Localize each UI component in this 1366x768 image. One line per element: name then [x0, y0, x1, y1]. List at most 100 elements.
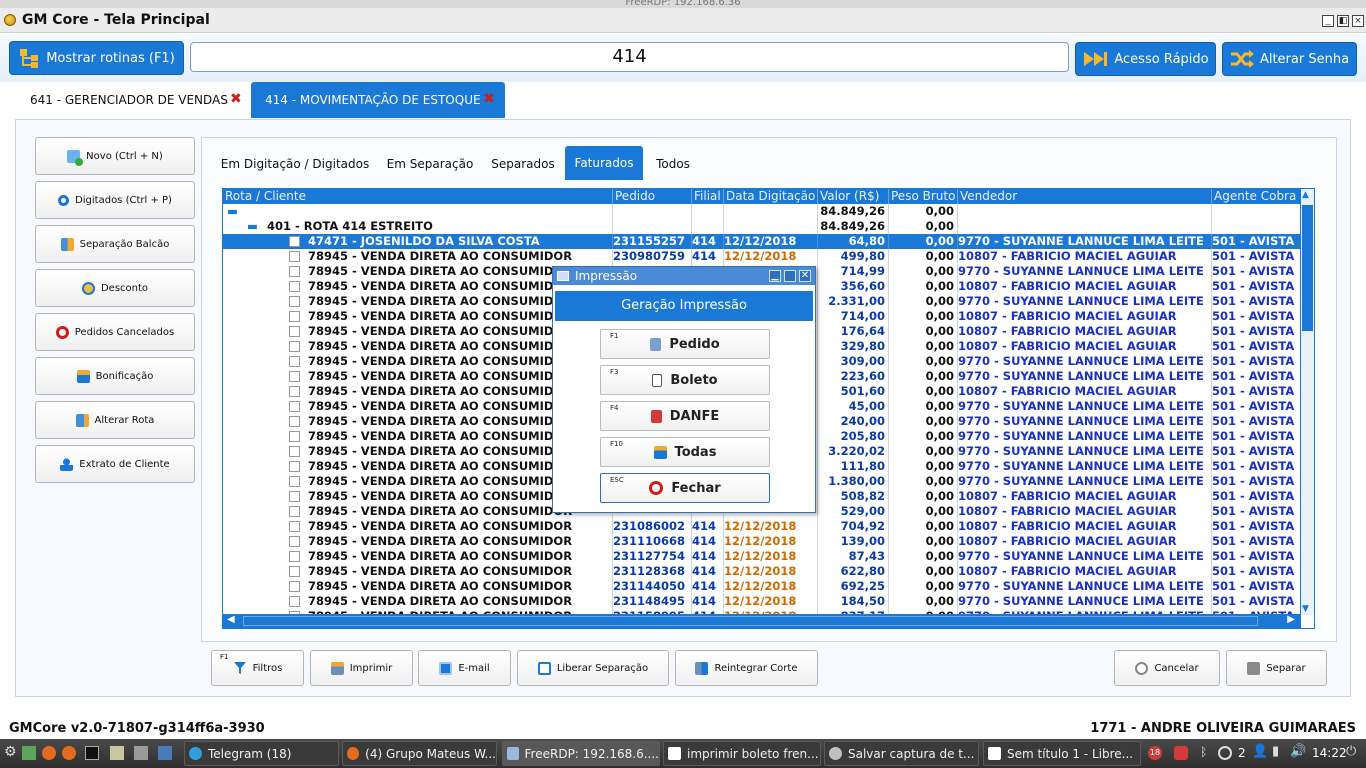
- vertical-scrollbar[interactable]: ▲ ▼: [1300, 189, 1314, 615]
- row-checkbox[interactable]: [289, 461, 300, 472]
- scroll-down-icon[interactable]: ▼: [1302, 604, 1309, 614]
- collapse-icon[interactable]: ▬: [247, 219, 258, 234]
- row-checkbox[interactable]: [289, 371, 300, 382]
- terminal-icon[interactable]: [85, 746, 99, 760]
- table-row[interactable]: 78945 - VENDA DIRETA AO CONSUMIDOR 231110…: [223, 534, 1301, 549]
- row-checkbox[interactable]: [289, 341, 300, 352]
- row-checkbox[interactable]: [289, 596, 300, 607]
- clock[interactable]: 14:22: [1312, 746, 1347, 760]
- row-checkbox[interactable]: [289, 476, 300, 487]
- table-row[interactable]: 78945 - VENDA DIRETA AO CONSUMIDOR 231148…: [223, 594, 1301, 609]
- separate-button[interactable]: Separar: [1226, 650, 1327, 686]
- filters-button[interactable]: F1 Filtros: [211, 650, 304, 686]
- shield-icon[interactable]: [1174, 746, 1188, 760]
- scroll-up-icon[interactable]: ▲: [1302, 190, 1309, 200]
- volume-icon[interactable]: 🔊: [1290, 744, 1306, 759]
- column-header[interactable]: Data Digitação: [724, 189, 818, 204]
- print-danfe-button[interactable]: F4 DANFE: [600, 401, 770, 431]
- taskbar-item-document[interactable]: imprimir boleto fren...: [663, 741, 821, 766]
- screenshot-icon[interactable]: [158, 746, 172, 760]
- row-checkbox[interactable]: [289, 251, 300, 262]
- print-order-button[interactable]: F1 Pedido: [600, 329, 770, 359]
- row-checkbox[interactable]: ✔: [289, 236, 300, 247]
- notification-badge-icon[interactable]: 18: [1148, 746, 1162, 760]
- column-header[interactable]: Peso Bruto: [889, 189, 958, 204]
- reintegrate-cut-button[interactable]: Reintegrar Corte: [675, 650, 818, 686]
- quick-access-button[interactable]: Acesso Rápido: [1075, 42, 1216, 76]
- print-boleto-button[interactable]: F3 Boleto: [600, 365, 770, 395]
- close-tab-icon[interactable]: ✖: [483, 91, 495, 107]
- taskbar-item-browser[interactable]: (4) Grupo Mateus W...: [342, 741, 497, 766]
- discount-button[interactable]: Desconto: [35, 269, 195, 307]
- row-checkbox[interactable]: [289, 581, 300, 592]
- minimize-button[interactable]: _: [1322, 15, 1334, 27]
- client-statement-button[interactable]: Extrato de Cliente: [35, 445, 195, 483]
- tab-em-digitacao[interactable]: Em Digitação / Digitados: [215, 148, 375, 180]
- taskbar-item-screenshot[interactable]: Salvar captura de t...: [824, 741, 979, 766]
- scroll-left-icon[interactable]: ◀: [227, 614, 235, 625]
- bluetooth-icon[interactable]: ᛒ: [1200, 745, 1214, 759]
- new-order-button[interactable]: Novo (Ctrl + N): [35, 137, 195, 175]
- row-checkbox[interactable]: [289, 281, 300, 292]
- taskbar-item-freerdp[interactable]: FreeRDP: 192.168.6....: [502, 741, 660, 766]
- change-route-button[interactable]: Alterar Rota: [35, 401, 195, 439]
- close-tab-icon[interactable]: ✖: [230, 91, 242, 107]
- tab-todos[interactable]: Todos: [645, 148, 701, 180]
- vertical-scroll-thumb[interactable]: [1302, 205, 1313, 331]
- row-checkbox[interactable]: [289, 401, 300, 412]
- row-checkbox[interactable]: [289, 266, 300, 277]
- close-window-button[interactable]: ×: [1352, 15, 1364, 27]
- collapse-icon[interactable]: ▬: [223, 204, 613, 219]
- battery-icon[interactable]: ▮: [1272, 744, 1286, 759]
- row-checkbox[interactable]: [289, 551, 300, 562]
- email-button[interactable]: E-mail: [418, 650, 511, 686]
- close-dialog-button[interactable]: ESC Fechar: [600, 473, 770, 503]
- table-row[interactable]: 78945 - VENDA DIRETA AO CONSUMIDOR 231144…: [223, 579, 1301, 594]
- user-icon[interactable]: 👤: [1252, 744, 1268, 759]
- column-header[interactable]: Vendedor: [958, 189, 1212, 204]
- minimize-icon[interactable]: ▁: [769, 270, 781, 282]
- cancel-button[interactable]: Cancelar: [1114, 650, 1220, 686]
- row-checkbox[interactable]: [289, 356, 300, 367]
- table-row[interactable]: 78945 - VENDA DIRETA AO CONSUMIDOR 231128…: [223, 564, 1301, 579]
- show-desktop-icon[interactable]: [22, 746, 36, 760]
- dialog-titlebar[interactable]: Impressão ▁ ✕: [553, 267, 815, 285]
- row-checkbox[interactable]: [289, 311, 300, 322]
- show-routines-button[interactable]: Mostrar rotinas (F1): [9, 41, 184, 75]
- grid-total-row[interactable]: ▬ 84.849,26 0,00: [223, 204, 1301, 219]
- folder-icon[interactable]: [110, 746, 124, 760]
- close-icon[interactable]: ✕: [799, 270, 811, 282]
- tab-separados[interactable]: Separados: [484, 148, 562, 180]
- maximize-button[interactable]: ◧: [1337, 15, 1349, 27]
- row-checkbox[interactable]: [289, 431, 300, 442]
- tab-gerenciador-vendas[interactable]: 641 - GERENCIADOR DE VENDAS ✖: [16, 82, 248, 118]
- camera-icon[interactable]: [134, 746, 148, 760]
- row-checkbox[interactable]: [289, 296, 300, 307]
- firefox-icon[interactable]: [42, 746, 56, 760]
- maximize-icon[interactable]: [784, 270, 796, 282]
- print-all-button[interactable]: F10 Todas: [600, 437, 770, 467]
- column-header[interactable]: Valor (R$): [818, 189, 889, 204]
- change-password-button[interactable]: Alterar Senha: [1222, 42, 1357, 76]
- counter-separation-button[interactable]: Separação Balcão: [35, 225, 195, 263]
- grid-route-row[interactable]: ▬ 401 - ROTA 414 ESTREITO 84.849,26 0,00: [223, 219, 1301, 234]
- routine-search-input[interactable]: 414: [190, 42, 1069, 72]
- cancelled-orders-button[interactable]: Pedidos Cancelados: [35, 313, 195, 351]
- row-checkbox[interactable]: [289, 446, 300, 457]
- release-separation-button[interactable]: Liberar Separação: [517, 650, 669, 686]
- row-checkbox[interactable]: [289, 521, 300, 532]
- tab-em-separacao[interactable]: Em Separação: [380, 148, 480, 180]
- bonus-button[interactable]: Bonificação: [35, 357, 195, 395]
- row-checkbox[interactable]: [289, 536, 300, 547]
- tab-faturados[interactable]: Faturados: [565, 146, 643, 180]
- column-header[interactable]: Rota / Cliente: [223, 189, 613, 204]
- column-header[interactable]: Filial: [692, 189, 724, 204]
- row-checkbox[interactable]: [289, 566, 300, 577]
- firefox-icon[interactable]: [62, 746, 76, 760]
- taskbar-item-telegram[interactable]: Telegram (18): [184, 741, 339, 766]
- scroll-right-icon[interactable]: ▶: [1287, 614, 1295, 625]
- power-icon[interactable]: ⏻: [1346, 744, 1360, 759]
- column-header[interactable]: Pedido: [613, 189, 692, 204]
- info-icon[interactable]: [1218, 746, 1232, 760]
- row-checkbox[interactable]: [289, 416, 300, 427]
